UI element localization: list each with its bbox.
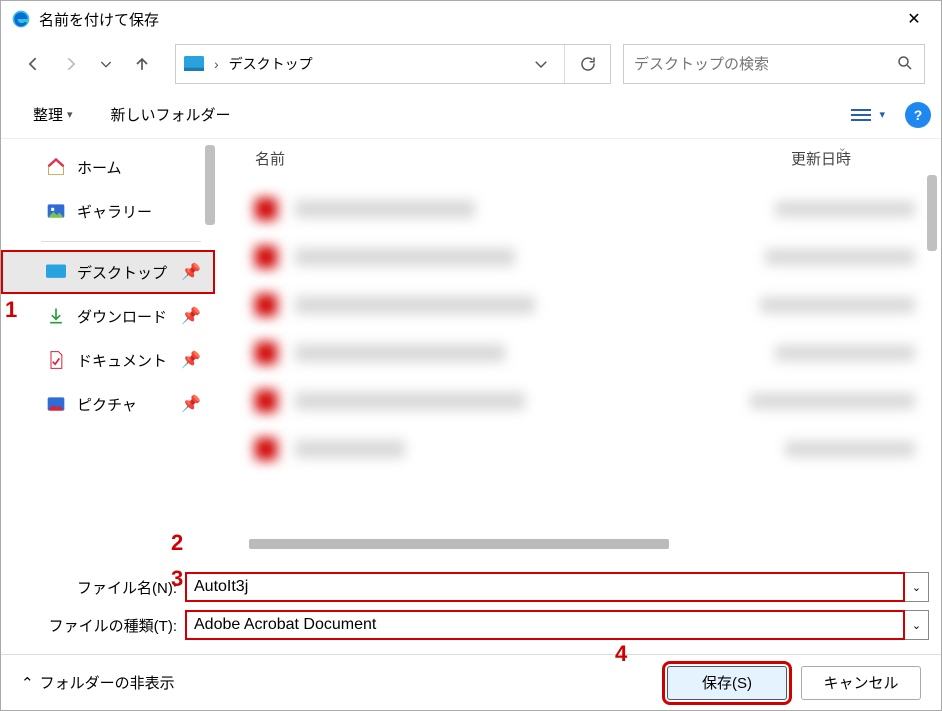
up-button[interactable] [125, 47, 159, 81]
filetype-label: ファイルの種類(T): [13, 615, 185, 636]
sort-indicator-icon: ⌄ [838, 141, 847, 154]
pictures-icon [45, 394, 67, 414]
address-path[interactable]: › デスクトップ [176, 54, 518, 74]
search-icon[interactable] [896, 54, 914, 75]
list-item[interactable] [255, 425, 915, 473]
search-input[interactable] [634, 56, 896, 73]
search-box[interactable] [623, 44, 925, 84]
list-item[interactable] [255, 281, 915, 329]
pdf-icon [255, 342, 277, 364]
list-icon [851, 109, 871, 121]
hide-folders-button[interactable]: ⌃ フォルダーの非表示 [21, 672, 175, 693]
edge-icon [11, 9, 31, 29]
pin-icon[interactable]: 📌 [181, 394, 201, 414]
recent-dropdown-button[interactable] [89, 47, 123, 81]
desktop-icon [45, 264, 67, 280]
sidebar-item-downloads[interactable]: ダウンロード 📌 [1, 294, 215, 338]
file-pane: ⌄ 名前 更新日時 [215, 139, 941, 552]
toolbar: 整理 ▾ 新しいフォルダー ▾ ? [1, 91, 941, 139]
hide-folders-label: フォルダーの非表示 [40, 672, 175, 693]
pdf-icon [255, 246, 277, 268]
file-list-scrollbar[interactable] [927, 175, 937, 251]
column-name[interactable]: 名前 [255, 148, 575, 169]
filename-label: ファイル名(N): [13, 577, 185, 598]
filetype-combo[interactable]: Adobe Acrobat Document [185, 610, 905, 640]
form-area: ファイル名(N): ⌄ ファイルの種類(T): Adobe Acrobat Do… [1, 552, 941, 654]
view-button[interactable]: ▾ [841, 102, 895, 127]
filename-dropdown-button[interactable]: ⌄ [905, 572, 929, 602]
path-segment[interactable]: デスクトップ [229, 54, 313, 74]
document-icon [45, 350, 67, 370]
column-headers: 名前 更新日時 [215, 139, 941, 175]
sidebar-item-gallery[interactable]: ギャラリー [1, 189, 215, 233]
window-title: 名前を付けて保存 [39, 9, 891, 30]
pdf-icon [255, 438, 277, 460]
sidebar-item-label: ダウンロード [77, 306, 167, 327]
help-button[interactable]: ? [905, 102, 931, 128]
sidebar-item-pictures[interactable]: ピクチャ 📌 [1, 382, 215, 426]
organize-button[interactable]: 整理 ▾ [25, 98, 81, 131]
chevron-right-icon: › [210, 56, 223, 72]
title-bar: 名前を付けて保存 ✕ [1, 1, 941, 37]
filetype-value: Adobe Acrobat Document [194, 616, 376, 634]
list-item[interactable] [255, 377, 915, 425]
pin-icon[interactable]: 📌 [181, 350, 201, 370]
sidebar-item-label: ピクチャ [77, 394, 137, 415]
close-button[interactable]: ✕ [891, 1, 937, 37]
horizontal-scrollbar[interactable] [215, 536, 941, 552]
sidebar-item-desktop[interactable]: デスクトップ 📌 [1, 250, 215, 294]
desktop-glyph-icon [184, 56, 204, 72]
pdf-icon [255, 390, 277, 412]
footer: ⌃ フォルダーの非表示 保存(S) キャンセル [1, 654, 941, 710]
nav-bar: › デスクトップ [1, 37, 941, 91]
save-as-dialog: 1 2 3 4 名前を付けて保存 ✕ › デスクトッ [0, 0, 942, 711]
back-button[interactable] [17, 47, 51, 81]
gallery-icon [45, 201, 67, 221]
sidebar-item-documents[interactable]: ドキュメント 📌 [1, 338, 215, 382]
pin-icon[interactable]: 📌 [181, 306, 201, 326]
save-button[interactable]: 保存(S) [667, 666, 787, 700]
download-icon [45, 306, 67, 326]
filetype-dropdown-button[interactable]: ⌄ [905, 610, 929, 640]
content-body: ホーム ギャラリー デスクトップ 📌 ダウンロード 📌 ドキュメント 📌 [1, 139, 941, 552]
sidebar: ホーム ギャラリー デスクトップ 📌 ダウンロード 📌 ドキュメント 📌 [1, 139, 215, 552]
pin-icon[interactable]: 📌 [181, 262, 201, 282]
pdf-icon [255, 294, 277, 316]
list-item[interactable] [255, 329, 915, 377]
pdf-icon [255, 198, 277, 220]
sidebar-item-label: ギャラリー [77, 201, 152, 222]
list-item[interactable] [255, 233, 915, 281]
chevron-up-icon: ⌃ [21, 674, 34, 692]
new-folder-label: 新しいフォルダー [111, 104, 231, 125]
chevron-down-icon: ▾ [879, 108, 885, 121]
filename-input[interactable] [185, 572, 905, 602]
sidebar-item-label: デスクトップ [77, 262, 167, 283]
refresh-button[interactable] [564, 45, 610, 83]
address-dropdown-button[interactable] [518, 45, 564, 83]
sidebar-separator [41, 241, 201, 242]
list-item[interactable] [255, 185, 915, 233]
chevron-down-icon: ▾ [67, 108, 73, 121]
home-icon [45, 157, 67, 177]
file-list[interactable] [215, 175, 941, 536]
new-folder-button[interactable]: 新しいフォルダー [103, 98, 239, 131]
sidebar-item-home[interactable]: ホーム [1, 145, 215, 189]
sidebar-item-label: ドキュメント [77, 350, 167, 371]
address-bar[interactable]: › デスクトップ [175, 44, 611, 84]
cancel-button[interactable]: キャンセル [801, 666, 921, 700]
sidebar-item-label: ホーム [77, 157, 122, 178]
organize-label: 整理 [33, 104, 63, 125]
forward-button[interactable] [53, 47, 87, 81]
